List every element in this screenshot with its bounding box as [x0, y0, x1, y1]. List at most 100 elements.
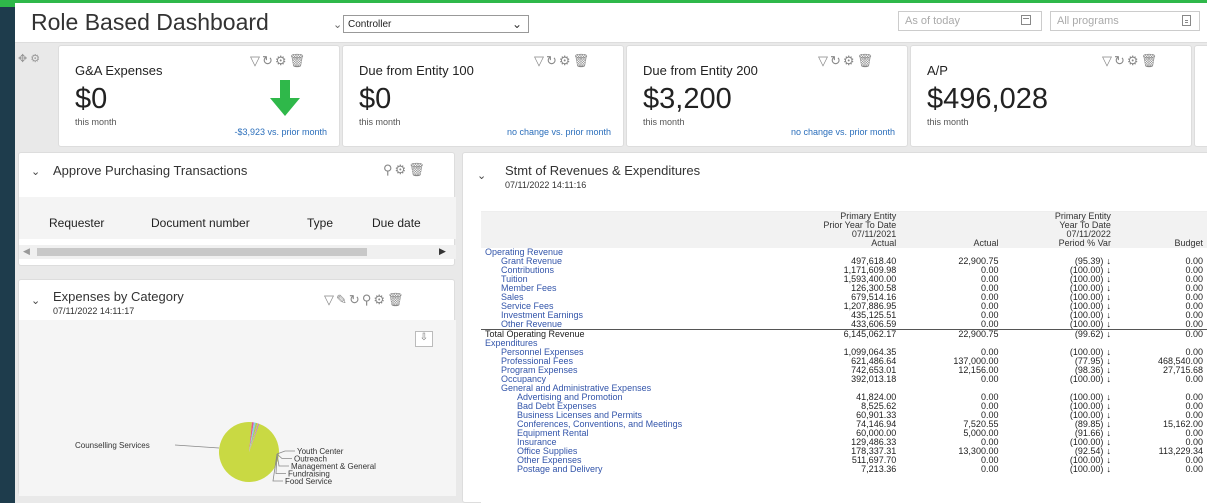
row-value-c4: 0.00	[1185, 374, 1203, 384]
row-value-c3: (100.00) ↓	[1069, 464, 1111, 474]
left-nav-rail	[0, 0, 15, 503]
pie-slice[interactable]	[219, 422, 280, 482]
role-select[interactable]: Controller ⌄	[343, 15, 529, 33]
card-toolbar: ▽↻⚙🗑	[1102, 53, 1159, 69]
stmt-revenues-expenditures-panel: ⌄ Stmt of Revenues & Expenditures 07/11/…	[462, 152, 1207, 503]
column-header[interactable]: Due date	[372, 216, 421, 230]
calendar-icon[interactable]	[1021, 15, 1031, 25]
kpi-comparison[interactable]: no change vs. prior month	[791, 127, 895, 137]
gear-icon[interactable]: ⚙	[373, 292, 387, 308]
card-toolbar: ▽↻⚙🗑	[250, 53, 307, 69]
gear-icon[interactable]: ⚙	[30, 53, 40, 65]
search-icon[interactable]: ⚲	[383, 162, 395, 178]
approve-purchasing-panel: ⌄ Approve Purchasing Transactions ⚲⚙🗑 Re…	[18, 152, 456, 266]
filter-icon[interactable]: ▽	[818, 53, 830, 69]
filter-icon[interactable]: ▽	[534, 53, 546, 69]
chevron-down-icon: ⌄	[511, 17, 522, 31]
kpi-comparison[interactable]: -$3,923 vs. prior month	[234, 127, 327, 137]
trash-icon[interactable]: 🗑	[1141, 53, 1160, 69]
panel-timestamp: 07/11/2022 14:11:16	[505, 180, 587, 190]
decrease-arrow-icon: ↓	[1106, 464, 1111, 474]
filter-icon[interactable]: ▽	[250, 53, 262, 69]
scrollbar-thumb[interactable]	[37, 248, 367, 256]
title-dropdown-caret-icon[interactable]: ⌄	[333, 18, 342, 31]
col-header-actual: Actual	[973, 238, 999, 248]
kpi-title: A/P	[927, 63, 948, 78]
panel-toolbar: ⚲⚙🗑	[383, 162, 427, 178]
panel-title: Expenses by Category	[53, 289, 184, 304]
row-value-c2: 22,900.75	[958, 329, 999, 339]
collapse-chevron-icon[interactable]: ⌄	[477, 169, 486, 182]
pie-label-leader	[276, 450, 295, 455]
expenses-by-category-panel: ⌄ Expenses by Category 07/11/2022 14:11:…	[18, 279, 456, 496]
program-list-icon[interactable]	[1182, 15, 1191, 26]
trash-icon[interactable]: 🗑	[408, 162, 427, 178]
expenses-pie-chart: Counselling ServicesYouth CenterOutreach…	[75, 422, 376, 486]
panel-toolbar: ▽✎↻⚲⚙🗑	[324, 292, 406, 308]
kpi-value: $0	[75, 83, 108, 115]
gear-icon[interactable]: ⚙	[1127, 53, 1141, 69]
report-total-row: Total Operating Revenue 6,145,062.17 22,90…	[481, 329, 1207, 340]
refresh-icon[interactable]: ↻	[262, 53, 275, 69]
report-table-wrapper: Primary Entity Prior Year To Date 07/11/20…	[481, 211, 1207, 503]
col-header-ytd: Primary Entity Year To Date 07/11/2022 Peri…	[1054, 211, 1111, 248]
pencil-icon[interactable]: ✎	[336, 292, 349, 308]
collapse-chevron-icon[interactable]: ⌄	[31, 294, 40, 307]
gear-icon[interactable]: ⚙	[559, 53, 573, 69]
refresh-icon[interactable]: ↻	[349, 292, 362, 308]
card-toolbar: ▽↻⚙🗑	[534, 53, 591, 69]
trash-icon[interactable]: 🗑	[573, 53, 592, 69]
collapse-chevron-icon[interactable]: ⌄	[31, 165, 40, 178]
row-value-c3: (100.00) ↓	[1069, 374, 1111, 384]
scroll-left-icon[interactable]: ◀	[23, 246, 30, 257]
column-header[interactable]: Requester	[49, 216, 104, 230]
row-value-c1: 7,213.36	[861, 464, 897, 474]
kpi-period: this month	[75, 117, 117, 127]
kpi-title: Due from Entity 100	[359, 63, 474, 78]
row-value-c4: 0.00	[1185, 329, 1203, 339]
horizontal-scrollbar[interactable]: ◀ ▶	[19, 245, 456, 259]
as-of-date-input[interactable]: As of today	[898, 11, 1042, 31]
filter-icon[interactable]: ▽	[324, 292, 336, 308]
row-label[interactable]: Postage and Delivery	[481, 465, 788, 474]
program-filter-input[interactable]: All programs	[1050, 11, 1200, 31]
kpi-card-partial	[1194, 45, 1207, 147]
gear-icon[interactable]: ⚙	[275, 53, 289, 69]
row-value-c1: 6,145,062.17	[843, 329, 897, 339]
report-row: Postage and Delivery 7,213.36 0.00 (100.00)…	[481, 465, 1207, 474]
row-value-c3: (99.62) ↓	[1074, 329, 1111, 339]
scroll-right-icon[interactable]: ▶	[439, 246, 446, 257]
card-toolbar: ▽↻⚙🗑	[818, 53, 875, 69]
trash-icon[interactable]: 🗑	[289, 53, 308, 69]
kpi-period: this month	[359, 117, 401, 127]
trash-icon[interactable]: 🗑	[387, 292, 406, 308]
decrease-arrow-icon: ↓	[1106, 374, 1111, 384]
refresh-icon[interactable]: ↻	[1114, 53, 1127, 69]
report-table: Primary Entity Prior Year To Date 07/11/20…	[481, 212, 1207, 474]
row-value-c1: 392,013.18	[851, 374, 897, 384]
filter-icon[interactable]: ▽	[1102, 53, 1114, 69]
gear-icon[interactable]: ⚙	[843, 53, 857, 69]
kpi-value: $0	[359, 83, 392, 115]
row-label[interactable]: Member Fees	[481, 284, 788, 293]
kpi-comparison[interactable]: no change vs. prior month	[507, 127, 611, 137]
table-header-row: Requester Document number Type Due date	[19, 197, 456, 239]
move-icon[interactable]: ✥	[18, 53, 27, 65]
refresh-icon[interactable]: ↻	[830, 53, 843, 69]
decrease-arrow-icon: ↓	[1106, 329, 1111, 339]
column-header[interactable]: Type	[307, 216, 333, 230]
row-value-c2: 0.00	[980, 374, 999, 384]
col-header-budget: Budget	[1174, 238, 1203, 248]
chart-area: ⇩ Counselling Services Youth Center Outrea…	[19, 320, 456, 496]
program-filter-placeholder: All programs	[1057, 15, 1119, 27]
as-of-date-placeholder: As of today	[905, 15, 961, 27]
search-icon[interactable]: ⚲	[362, 292, 374, 308]
kpi-period: this month	[927, 117, 969, 127]
trash-icon[interactable]: 🗑	[857, 53, 876, 69]
panel-title: Approve Purchasing Transactions	[53, 163, 248, 178]
refresh-icon[interactable]: ↻	[546, 53, 559, 69]
kpi-card-due-entity-100: Due from Entity 100 ▽↻⚙🗑 $0 this month n…	[342, 45, 624, 147]
column-header[interactable]: Document number	[151, 216, 250, 230]
row-tools: ✥ ⚙	[18, 52, 40, 65]
gear-icon[interactable]: ⚙	[395, 162, 409, 178]
